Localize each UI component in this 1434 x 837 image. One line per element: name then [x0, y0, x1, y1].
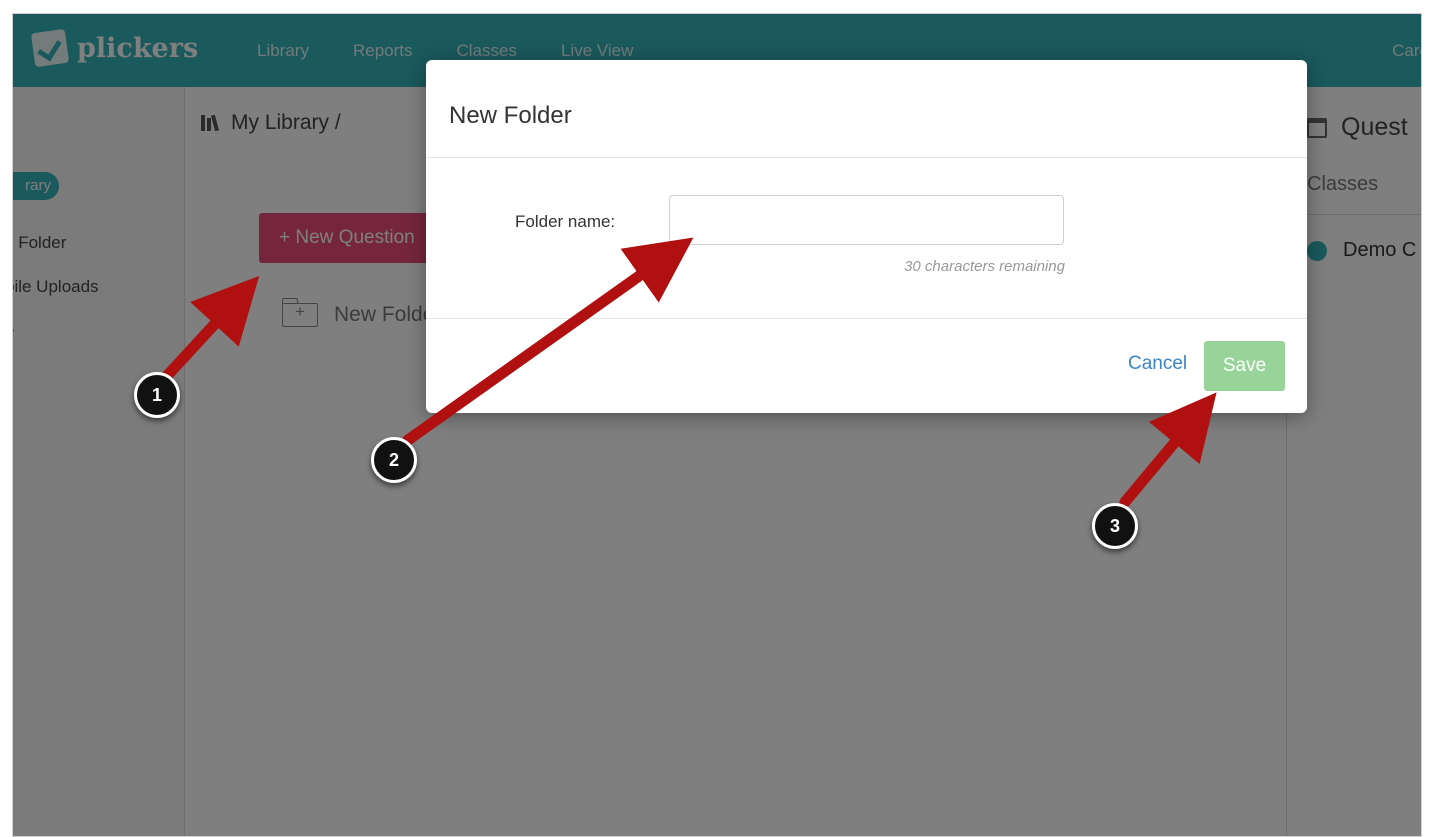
step-3-badge: 3: [1092, 503, 1138, 549]
characters-remaining: 30 characters remaining: [904, 258, 1065, 275]
dialog-divider-bottom: [426, 318, 1307, 319]
folder-name-label: Folder name:: [515, 212, 616, 231]
new-folder-dialog: New Folder Folder name: 30 characters re…: [426, 60, 1307, 413]
save-button[interactable]: Save: [1204, 341, 1285, 391]
folder-name-input[interactable]: [669, 195, 1064, 245]
step-1-badge: 1: [134, 372, 180, 418]
screenshot-frame: plickers Library Reports Classes Live Vi…: [12, 13, 1422, 837]
dialog-divider-top: [426, 157, 1307, 158]
dialog-title: New Folder: [449, 102, 572, 129]
step-2-badge: 2: [371, 437, 417, 483]
cancel-button[interactable]: Cancel: [1128, 353, 1187, 375]
plickers-app: plickers Library Reports Classes Live Vi…: [13, 14, 1421, 836]
